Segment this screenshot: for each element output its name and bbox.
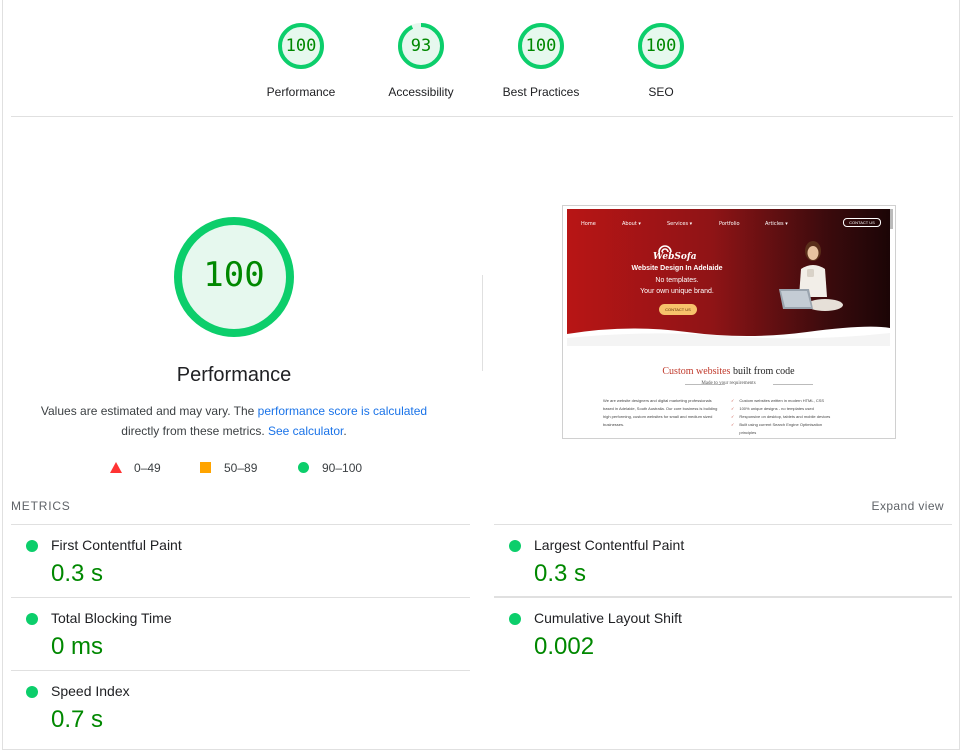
divider	[11, 116, 953, 117]
gauge-ring: 100	[277, 22, 325, 70]
screenshot-heading: Website Design In Adelaide	[631, 265, 723, 272]
metric-value: 0.002	[534, 633, 595, 660]
person-with-laptop-illustration	[779, 241, 843, 311]
gauge-best-practices[interactable]: 100 Best Practices	[481, 22, 601, 99]
gauge-label: Best Practices	[502, 85, 580, 99]
screenshot-intro-text: We are website designers and digital mar…	[603, 398, 718, 427]
gauge-ring: 93	[397, 22, 445, 70]
screenshot-contact-button: CONTACT US	[659, 304, 697, 315]
feature-item: ✓ Responsive on desktop, tablets and mobi…	[731, 414, 831, 419]
feature-item: ✓ Custom websites written in modern HTML,…	[731, 398, 825, 403]
metric-total-blocking-time: Total Blocking Time 0 ms	[11, 597, 470, 671]
triangle-icon	[110, 462, 122, 473]
score-calculated-link[interactable]: performance score is calculated	[258, 404, 427, 418]
metric-speed-index: Speed Index 0.7 s	[11, 670, 470, 744]
screenshot-hero: Home About ▾ Services ▾ Portfolio Articl…	[567, 209, 890, 341]
screenshot-nav-item: Services ▾	[667, 221, 693, 227]
metric-value: 0 ms	[51, 633, 104, 660]
score-legend: 0–49 50–89 90–100	[110, 460, 390, 476]
metric-value: 0.3 s	[51, 560, 104, 587]
screenshot-nav-item: Articles ▾	[765, 221, 788, 227]
metric-first-contentful-paint: First Contentful Paint 0.3 s	[11, 524, 470, 598]
check-icon: ✓	[731, 398, 735, 403]
metric-label: Largest Contentful Paint	[534, 537, 685, 553]
gauge-score: 100	[525, 36, 557, 56]
legend-range: 50–89	[224, 461, 258, 475]
final-screenshot[interactable]: Home About ▾ Services ▾ Portfolio Articl…	[562, 205, 896, 439]
gauge-accessibility[interactable]: 93 Accessibility	[361, 22, 481, 99]
pass-circle-icon	[26, 540, 38, 552]
screenshot-section-subtitle: Made to your requirements	[701, 381, 756, 386]
vertical-divider	[482, 275, 483, 371]
check-icon: ✓	[731, 406, 735, 411]
screenshot-nav-item: Home	[581, 221, 596, 227]
square-icon	[200, 462, 211, 473]
hero-wave-divider	[567, 326, 890, 346]
section-title-rest: built from code	[730, 366, 795, 377]
gauge-score: 100	[645, 36, 677, 56]
screenshot-feature-list: ✓ Custom websites written in modern HTML,…	[731, 397, 861, 437]
divider	[494, 596, 952, 597]
gauge-label: Performance	[266, 85, 336, 99]
metric-label: First Contentful Paint	[51, 537, 182, 553]
gauge-score: 100	[285, 36, 317, 56]
feature-item: ✓ 100% unique designs - no templates used	[731, 406, 814, 411]
screenshot-nav-contact: CONTACT US	[843, 218, 881, 227]
performance-score: 100	[203, 255, 265, 295]
screenshot-line1: No templates.	[655, 277, 699, 284]
gauge-ring: 100	[637, 22, 685, 70]
pass-circle-icon	[509, 540, 521, 552]
screenshot-nav-item: About ▾	[622, 221, 641, 227]
pass-circle-icon	[509, 613, 521, 625]
see-calculator-link[interactable]: See calculator	[268, 424, 343, 438]
legend-range: 0–49	[134, 461, 161, 475]
feature-item: ✓ Built using current Search Engine Optim…	[731, 422, 823, 427]
screenshot-section-title: Custom websites built from code	[567, 366, 890, 377]
gauge-seo[interactable]: 100 SEO	[601, 22, 721, 99]
screenshot-line2: Your own unique brand.	[640, 288, 714, 295]
performance-description: Values are estimated and may vary. The p…	[34, 401, 434, 441]
check-icon: ✓	[731, 414, 735, 419]
metric-value: 0.3 s	[534, 560, 587, 587]
desc-text: directly from these metrics.	[121, 424, 268, 438]
expand-view-toggle[interactable]: Expand view	[872, 499, 944, 513]
gauge-ring: 100	[517, 22, 565, 70]
gauge-performance[interactable]: 100 Performance	[241, 22, 361, 99]
screenshot-nav-item: Portfolio	[719, 221, 740, 227]
pass-circle-icon	[26, 686, 38, 698]
gauge-label: SEO	[648, 85, 674, 99]
circle-icon	[298, 462, 309, 473]
screenshot-logo: WebSofa	[653, 252, 697, 262]
category-gauges: 100 Performance 93 Accessibility 100 Bes…	[0, 22, 964, 102]
metric-label: Total Blocking Time	[51, 610, 172, 626]
metric-label: Cumulative Layout Shift	[534, 610, 682, 626]
metrics-heading: METRICS	[11, 499, 71, 513]
check-icon: ✓	[731, 422, 735, 427]
performance-gauge-large: 100	[173, 216, 295, 338]
gauge-score: 93	[410, 36, 432, 56]
feature-item: ✓principles	[739, 430, 757, 435]
gauge-label: Accessibility	[388, 85, 454, 99]
metric-largest-contentful-paint: Largest Contentful Paint 0.3 s	[494, 524, 952, 598]
performance-title: Performance	[176, 364, 292, 386]
pass-circle-icon	[26, 613, 38, 625]
section-title-red: Custom websites	[662, 366, 731, 377]
metric-value: 0.7 s	[51, 706, 104, 733]
metric-label: Speed Index	[51, 683, 130, 699]
metric-cumulative-layout-shift: Cumulative Layout Shift 0.002	[494, 597, 952, 671]
screenshot-scrollbar	[890, 209, 893, 229]
legend-range: 90–100	[322, 461, 363, 475]
desc-text: Values are estimated and may vary. The	[40, 404, 258, 418]
desc-text: .	[343, 424, 347, 438]
